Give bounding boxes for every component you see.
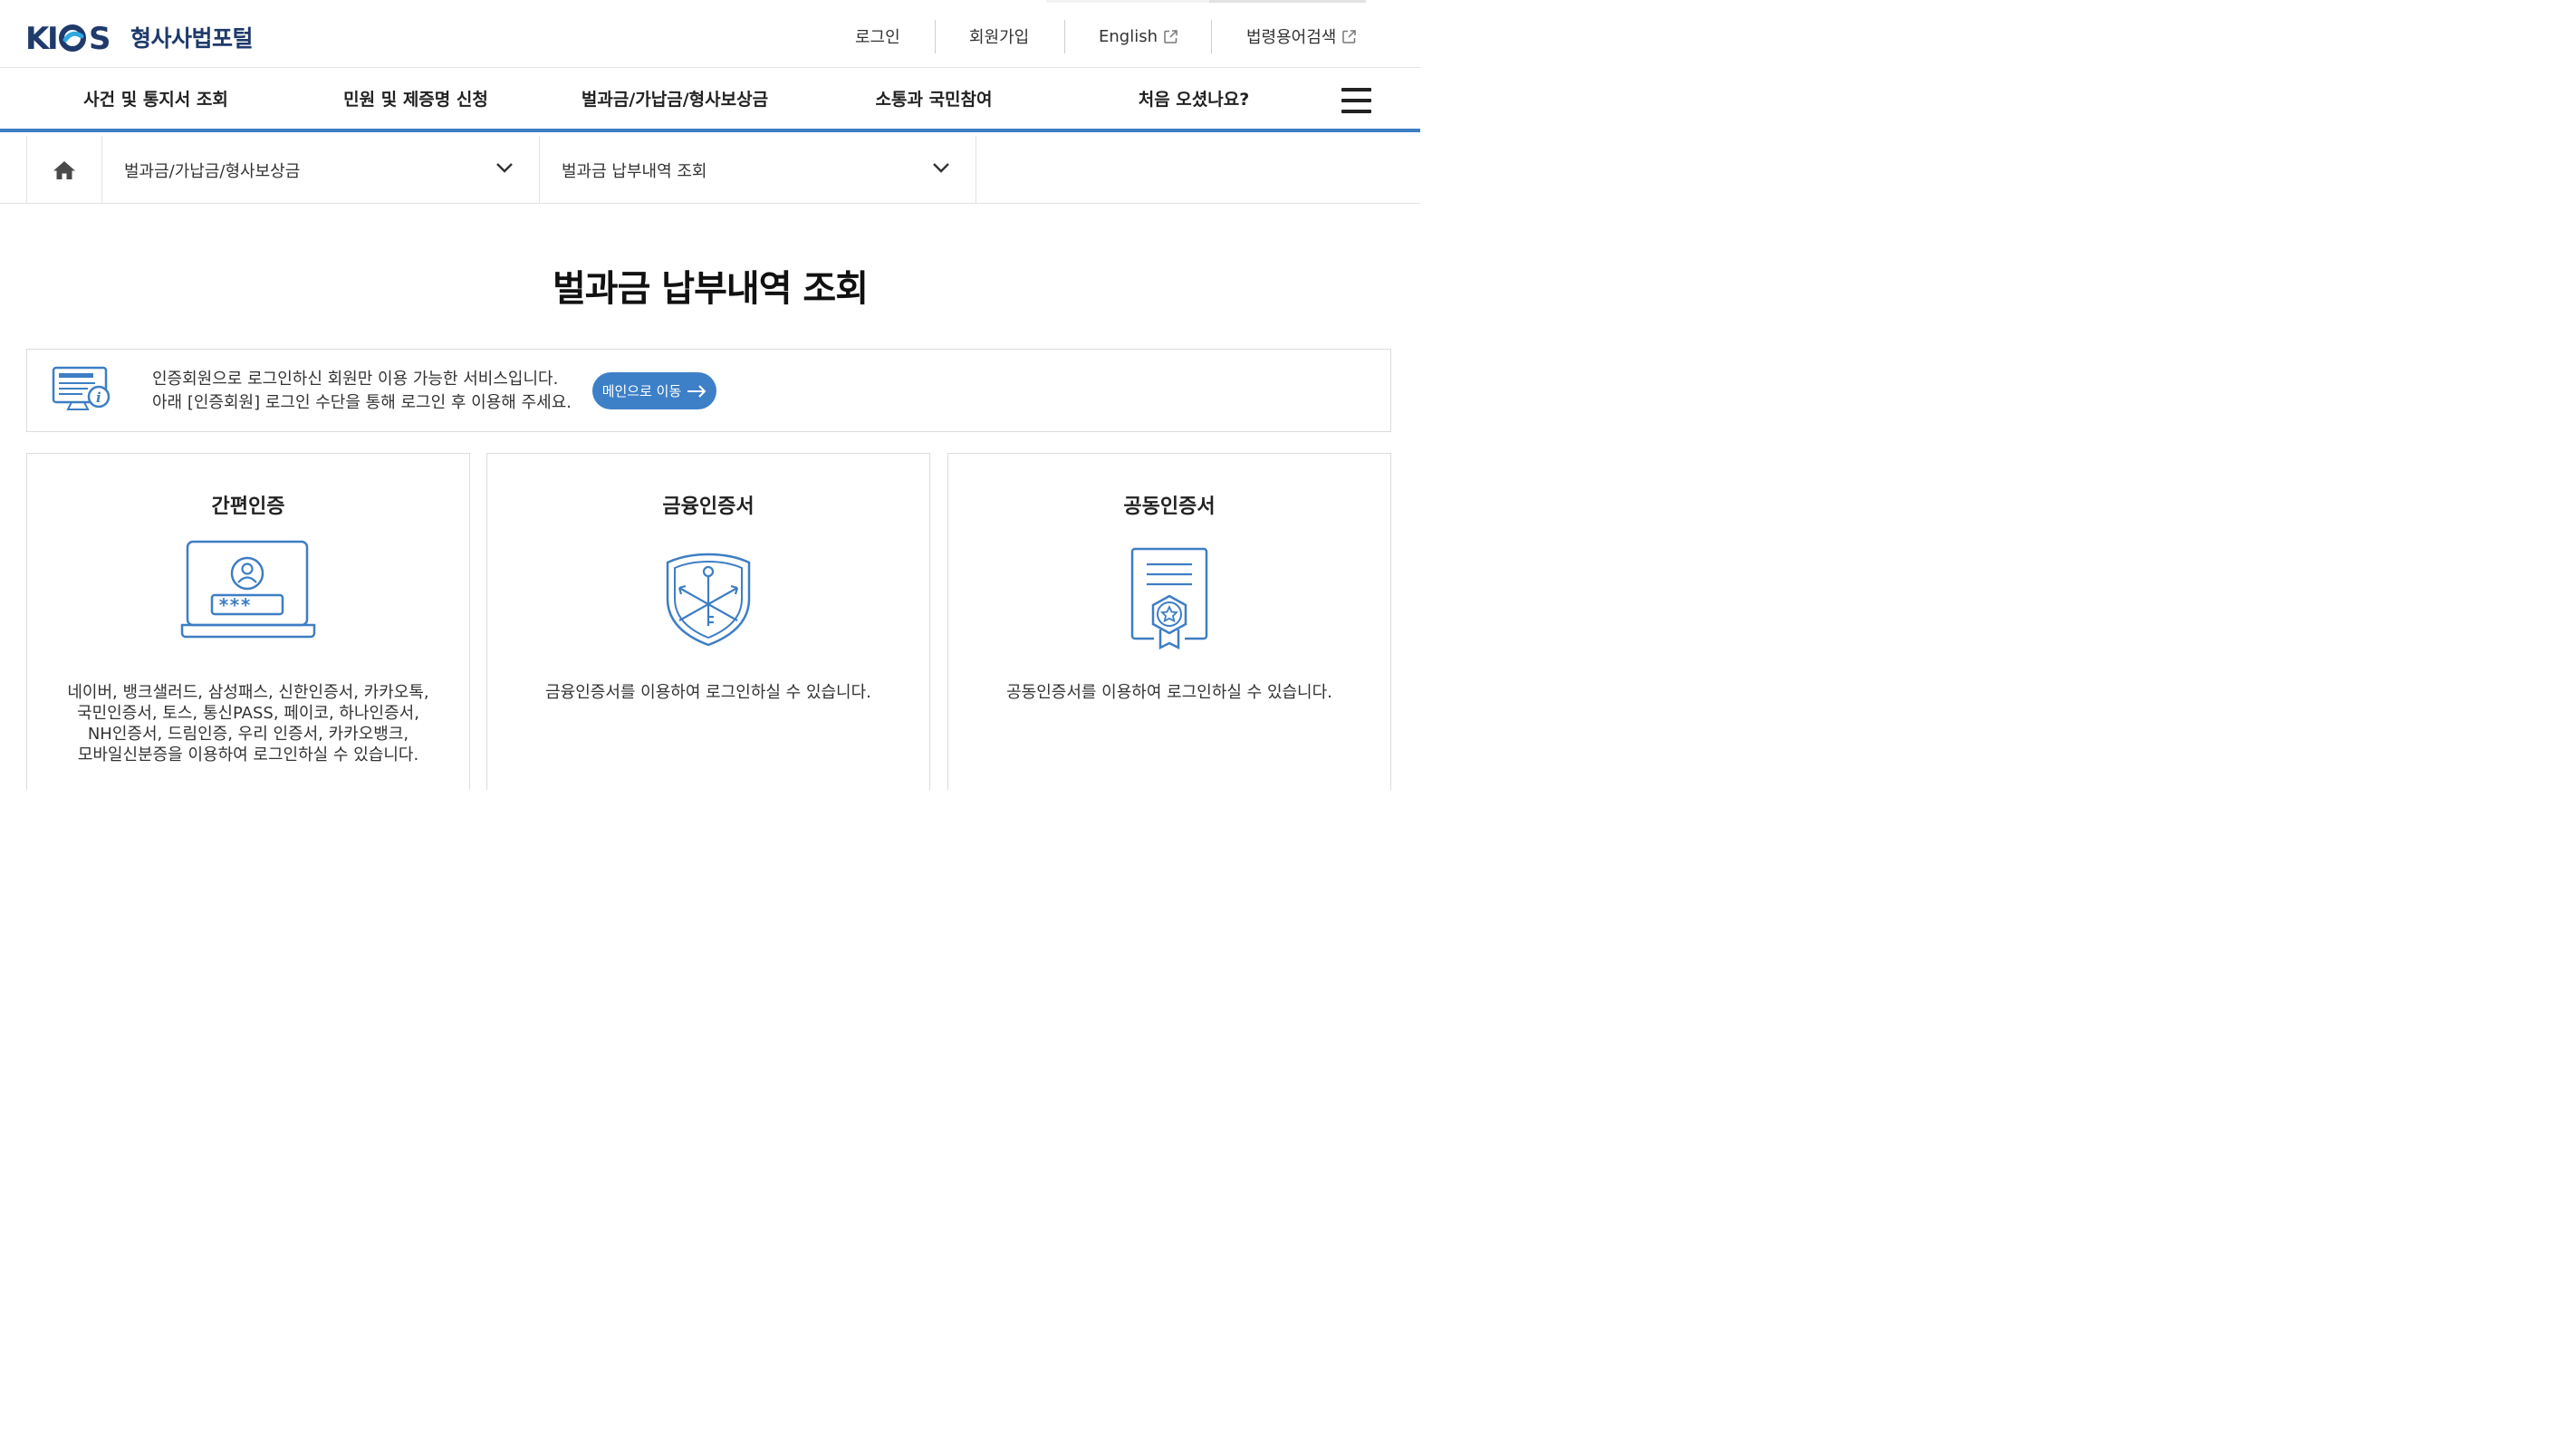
kics-logo-icon: K I S (25, 21, 111, 53)
kics-logo-mark: K I S (25, 21, 121, 53)
breadcrumb-page-select[interactable]: 벌과금 납부내역 조회 (540, 136, 976, 204)
divider (1211, 20, 1212, 53)
page-title: 벌과금 납부내역 조회 (552, 268, 869, 310)
top-decoration (1046, 0, 1209, 3)
law-term-search-label: 법령용어검색 (1246, 28, 1337, 47)
notice-line-2: 아래 [인증회원] 로그인 수단을 통해 로그인 후 이용해 주세요. (152, 393, 572, 412)
breadcrumb-category-label: 벌과금/가납금/형사보상금 (124, 161, 301, 181)
site-logo[interactable]: K I S 형사사법포털 (25, 20, 254, 54)
card-title: 금융인증서 (662, 495, 755, 518)
card-description: 금융인증서를 이용하여 로그인하실 수 있습니다. (545, 683, 871, 702)
signup-link-label: 회원가입 (969, 28, 1030, 47)
nav-item-fines[interactable]: 벌과금/가납금/형사보상금 (582, 68, 768, 132)
laptop-user-password-icon: *** (180, 540, 316, 639)
english-link[interactable]: English (1099, 18, 1178, 54)
external-link-icon (1164, 29, 1177, 43)
card-description: 공동인증서를 이용하여 로그인하실 수 있습니다. (1006, 683, 1332, 702)
login-option-joint-cert[interactable]: 공동인증서 공동인증서를 이용하여 로그인하실 수 있습니다. (947, 453, 1391, 790)
breadcrumb-home[interactable] (26, 136, 102, 204)
card-title: 간편인증 (211, 495, 285, 518)
breadcrumb-page-label: 벌과금 납부내역 조회 (562, 161, 707, 181)
card-description: 네이버, 뱅크샐러드, 삼성패스, 신한인증서, 카카오톡, 국민인증서, 토스… (67, 683, 429, 765)
arrow-right-icon (687, 384, 706, 398)
breadcrumb-category-select[interactable]: 벌과금/가납금/형사보상금 (102, 136, 540, 204)
shield-key-icon (666, 553, 751, 647)
divider (1064, 20, 1065, 53)
certificate-info-icon: i (52, 366, 111, 410)
login-link-label: 로그인 (855, 28, 900, 47)
chevron-down-icon (496, 163, 513, 173)
divider (935, 20, 936, 53)
top-bar: K I S 형사사법포털 로그인 회원가입 English 법령용어검색 (0, 0, 1420, 68)
login-option-simple-auth[interactable]: 간편인증 *** 네이버, 뱅크샐러드, 삼성패스, 신한인증서, 카카오톡, … (26, 453, 470, 790)
go-main-button[interactable]: 메인으로 이동 (592, 372, 716, 409)
signup-link[interactable]: 회원가입 (969, 18, 1029, 54)
breadcrumb: 벌과금/가납금/형사보상금 벌과금 납부내역 조회 (0, 136, 1420, 204)
go-main-button-label: 메인으로 이동 (601, 383, 682, 399)
card-title: 공동인증서 (1123, 495, 1216, 518)
chevron-down-icon (933, 163, 949, 173)
external-link-icon (1342, 29, 1357, 43)
nav-item-first-visit[interactable]: 처음 오셨나요? (1139, 68, 1250, 132)
notice-text: 인증회원으로 로그인하신 회원만 이용 가능한 서비스입니다. 아래 [인증회원… (152, 368, 572, 415)
law-term-search-link[interactable]: 법령용어검색 (1246, 18, 1357, 54)
svg-text:I: I (47, 21, 59, 53)
logo-text: 형사사법포털 (130, 25, 254, 52)
home-icon (53, 160, 75, 179)
notice-line-1: 인증회원으로 로그인하신 회원만 이용 가능한 서비스입니다. (152, 370, 559, 389)
nav-item-civil-petition[interactable]: 민원 및 제증명 신청 (343, 68, 488, 132)
nav-item-communication[interactable]: 소통과 국민참여 (876, 68, 993, 132)
english-link-label: English (1099, 26, 1158, 46)
login-notice: i 인증회원으로 로그인하신 회원만 이용 가능한 서비스입니다. 아래 [인증… (26, 349, 1391, 432)
nav-item-case-inquiry[interactable]: 사건 및 통지서 조회 (83, 68, 228, 132)
page: K I S 형사사법포털 로그인 회원가입 English 법령용어검색 사건 … (0, 0, 1420, 790)
certificate-badge-icon (1130, 547, 1208, 650)
svg-text:***: *** (218, 594, 251, 616)
hamburger-menu-icon[interactable] (1341, 88, 1371, 113)
svg-text:S: S (89, 21, 111, 53)
main-navigation: 사건 및 통지서 조회 민원 및 제증명 신청 벌과금/가납금/형사보상금 소통… (0, 68, 1420, 132)
login-option-financial-cert[interactable]: 금융인증서 금융인증서를 이용하여 로그인하실 수 있습니다. (486, 453, 930, 790)
svg-text:i: i (96, 390, 101, 406)
top-decoration (1209, 0, 1366, 3)
login-link[interactable]: 로그인 (855, 18, 900, 54)
